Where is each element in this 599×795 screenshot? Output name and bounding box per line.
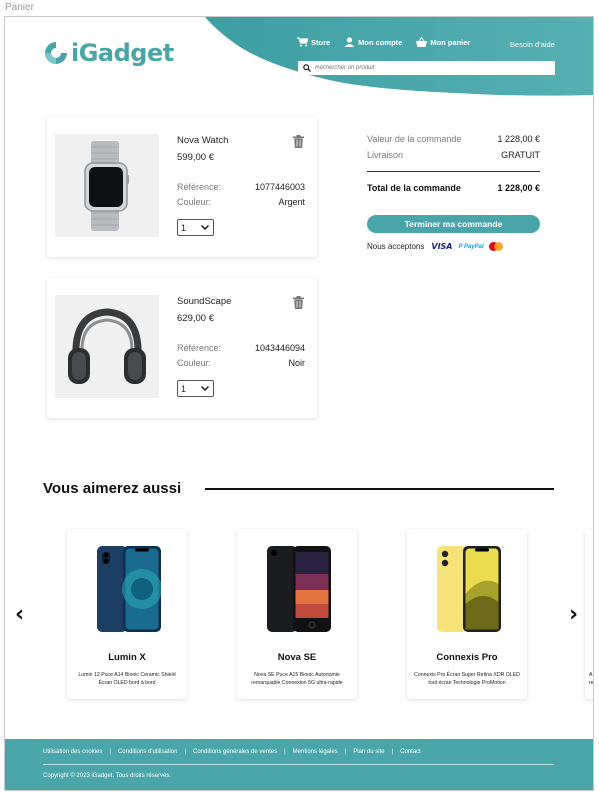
user-icon bbox=[344, 37, 355, 47]
accepted-payments: Nous acceptons VISA P PayPal bbox=[367, 242, 503, 251]
product-name: Connexis Pro bbox=[436, 652, 498, 663]
cart-item: Nova Watch 599,00 € Référence: 107744600… bbox=[47, 117, 317, 257]
page-frame: iGadget Store Mon compte Mon panier Beso… bbox=[4, 16, 594, 791]
next-arrow-icon[interactable]: › bbox=[569, 602, 578, 627]
phone-yellow-image bbox=[437, 546, 501, 632]
product-description: Nova SE Puce A15 Bionic Autonomie remarq… bbox=[251, 672, 343, 686]
product-card[interactable]: Connexis Pro Connexis Pro Écran Super Re… bbox=[407, 529, 527, 699]
quantity-select[interactable]: 1 bbox=[177, 219, 214, 236]
logo-icon bbox=[45, 42, 67, 64]
footer-link-sales-conditions[interactable]: Conditions générales de ventes bbox=[193, 749, 277, 755]
product-name: Lumin X bbox=[108, 652, 146, 663]
product-card-partial[interactable]: A re bbox=[585, 529, 594, 699]
trash-icon[interactable] bbox=[293, 296, 304, 309]
help-link[interactable]: Besoin d'aide bbox=[510, 40, 555, 49]
cart-icon bbox=[297, 37, 308, 47]
cart-item: SoundScape 629,00 € Référence: 104344609… bbox=[47, 278, 317, 418]
top-nav: Store Mon compte Mon panier bbox=[297, 37, 484, 47]
search-icon bbox=[303, 64, 311, 72]
footer-divider bbox=[43, 764, 554, 765]
nav-store[interactable]: Store bbox=[297, 37, 330, 47]
recommendations-title: Vous aimerez aussi bbox=[43, 480, 182, 497]
chevron-down-icon bbox=[201, 225, 209, 230]
product-name: Nova SE bbox=[277, 652, 317, 663]
color-label: Couleur: bbox=[177, 197, 212, 207]
nav-account[interactable]: Mon compte bbox=[344, 37, 402, 47]
total-label: Total de la commande bbox=[367, 183, 461, 193]
item-name[interactable]: Nova Watch bbox=[177, 135, 228, 146]
nav-store-label: Store bbox=[311, 37, 331, 47]
summary-divider bbox=[367, 171, 540, 172]
frame-title: Panier bbox=[5, 2, 34, 13]
order-value-row: Valeur de la commande 1 228,00 € bbox=[367, 134, 540, 144]
footer-link-legal[interactable]: Mentions légales bbox=[293, 749, 338, 755]
delivery-label: Livraison bbox=[367, 150, 404, 160]
total-value: 1 228,00 € bbox=[497, 183, 540, 193]
item-name[interactable]: SoundScape bbox=[177, 296, 231, 307]
product-description-partial-1: A bbox=[589, 672, 593, 678]
mastercard-logo bbox=[488, 242, 503, 251]
visa-logo: VISA bbox=[431, 242, 453, 251]
item-price: 629,00 € bbox=[177, 313, 214, 324]
nav-cart[interactable]: Mon panier bbox=[416, 37, 470, 47]
phone-black-image bbox=[267, 546, 331, 632]
copyright: Copyright © 2023 iGadget. Tous droits ré… bbox=[43, 773, 172, 779]
footer-separator: | bbox=[109, 749, 111, 755]
paypal-logo: P PayPal bbox=[459, 244, 484, 250]
trash-icon[interactable] bbox=[293, 135, 304, 148]
watch-image bbox=[55, 134, 159, 237]
product-description: Lumin 12 Puce A14 Bionic Ceramic Shield … bbox=[78, 672, 176, 686]
logo[interactable]: iGadget bbox=[43, 39, 174, 67]
nav-cart-label: Mon panier bbox=[430, 37, 471, 47]
phone-blue-image bbox=[97, 546, 161, 632]
footer-separator: | bbox=[391, 749, 394, 755]
prev-arrow-icon[interactable]: ‹ bbox=[15, 602, 24, 627]
item-price: 599,00 € bbox=[177, 152, 214, 163]
checkout-button[interactable]: Terminer ma commande bbox=[367, 215, 540, 233]
product-description-partial-2: re bbox=[589, 680, 594, 686]
headphones-image bbox=[55, 295, 159, 398]
footer-link-terms[interactable]: Conditions d'utilisation bbox=[118, 749, 178, 755]
brand-name: iGadget bbox=[71, 39, 174, 67]
color-label: Couleur: bbox=[177, 358, 212, 368]
delivery-row: Livraison GRATUIT bbox=[367, 150, 540, 160]
search-bar bbox=[298, 61, 555, 75]
search-input[interactable] bbox=[315, 65, 535, 71]
quantity-value: 1 bbox=[181, 383, 187, 394]
product-card[interactable]: Nova SE Nova SE Puce A15 Bionic Autonomi… bbox=[237, 529, 357, 699]
order-value: 1 228,00 € bbox=[497, 134, 540, 144]
title-divider bbox=[205, 488, 554, 490]
order-value-label: Valeur de la commande bbox=[367, 134, 462, 144]
total-row: Total de la commande 1 228,00 € bbox=[367, 183, 540, 193]
footer-link-contact[interactable]: Contact bbox=[400, 749, 421, 755]
footer-separator: | bbox=[284, 749, 286, 755]
reference-value: 1043446094 bbox=[254, 343, 305, 353]
footer-separator: | bbox=[184, 749, 187, 755]
reference-label: Référence: bbox=[177, 343, 222, 353]
reference-value: 1077446003 bbox=[254, 182, 305, 192]
reference-label: Référence: bbox=[177, 182, 222, 192]
basket-icon bbox=[416, 37, 428, 47]
chevron-down-icon bbox=[201, 386, 209, 391]
color-value: Noir bbox=[288, 358, 305, 368]
footer-links: Utilisation des cookies | Conditions d'u… bbox=[43, 749, 421, 755]
footer-link-cookies[interactable]: Utilisation des cookies bbox=[43, 749, 102, 755]
accept-label: Nous acceptons bbox=[367, 242, 425, 251]
quantity-value: 1 bbox=[181, 222, 187, 233]
product-description: Connexis Pro Écran Super Retina XDR OLED… bbox=[414, 672, 520, 686]
product-card[interactable]: Lumin X Lumin 12 Puce A14 Bionic Ceramic… bbox=[67, 529, 187, 699]
paypal-logo-text: P PayPal bbox=[458, 243, 484, 250]
footer-separator: | bbox=[344, 749, 347, 755]
color-value: Argent bbox=[278, 197, 305, 207]
quantity-select[interactable]: 1 bbox=[177, 380, 214, 397]
footer: Utilisation des cookies | Conditions d'u… bbox=[5, 739, 593, 790]
footer-link-sitemap[interactable]: Plan du site bbox=[353, 749, 384, 755]
delivery-value: GRATUIT bbox=[501, 150, 540, 160]
nav-account-label: Mon compte bbox=[358, 37, 403, 47]
